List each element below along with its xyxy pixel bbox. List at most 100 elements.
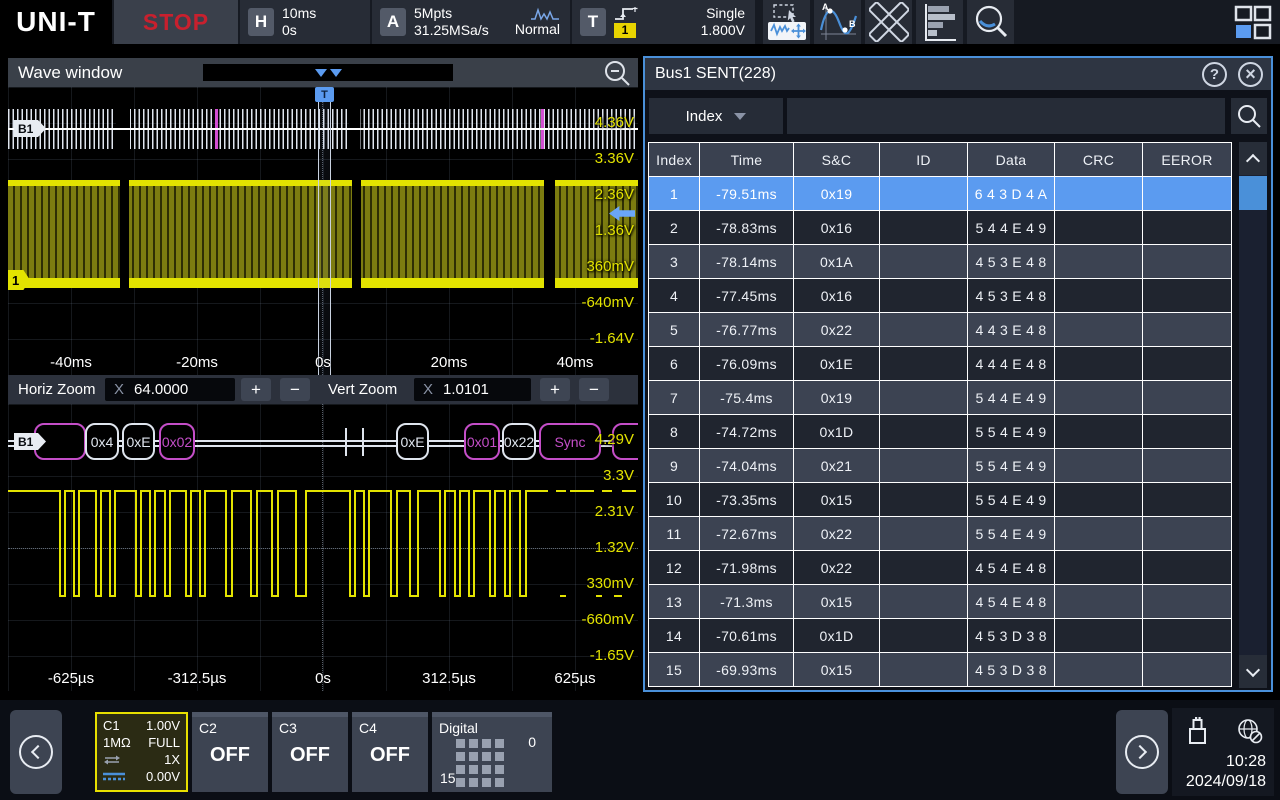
- table-cell[interactable]: [1143, 517, 1231, 550]
- select-zone-button[interactable]: [763, 0, 810, 44]
- upper-waveform-view[interactable]: B1 1 T 4.36V3.36V2.36V1.36V360mV-640mV-1…: [8, 87, 638, 375]
- table-cell[interactable]: 0x21: [794, 449, 879, 482]
- table-cell[interactable]: 6 4 3 D 4 A: [968, 177, 1054, 210]
- decode-frame[interactable]: Sync: [539, 423, 601, 460]
- statistics-button[interactable]: [916, 0, 963, 44]
- table-cell[interactable]: 4 5 4 E 4 8: [968, 585, 1054, 618]
- table-cell[interactable]: [880, 347, 967, 380]
- decode-frame[interactable]: 0x22: [502, 423, 536, 460]
- table-cell[interactable]: -70.61ms: [700, 619, 793, 652]
- table-cell[interactable]: [1055, 483, 1142, 516]
- table-cell[interactable]: 12: [649, 551, 699, 584]
- search-button[interactable]: [967, 0, 1014, 44]
- scrollbar-thumb[interactable]: [1239, 176, 1267, 210]
- scroll-left-button[interactable]: [10, 710, 62, 794]
- table-cell[interactable]: -73.35ms: [700, 483, 793, 516]
- decode-frame[interactable]: 0x01: [464, 423, 500, 460]
- vert-zoom-value-box[interactable]: X 1.0101: [414, 378, 531, 401]
- table-search-button[interactable]: [1231, 98, 1267, 134]
- table-cell[interactable]: [1143, 347, 1231, 380]
- table-scrollbar[interactable]: [1239, 142, 1267, 688]
- table-cell[interactable]: 4 5 3 E 4 8: [968, 279, 1054, 312]
- trigger-position-marker[interactable]: T: [315, 87, 334, 102]
- table-cell[interactable]: [1143, 483, 1231, 516]
- table-cell[interactable]: -79.51ms: [700, 177, 793, 210]
- table-cell[interactable]: [1055, 517, 1142, 550]
- scroll-up-button[interactable]: [1239, 142, 1267, 175]
- window-layout-button[interactable]: [1231, 3, 1275, 43]
- table-cell[interactable]: 5: [649, 313, 699, 346]
- table-cell[interactable]: 0x1E: [794, 347, 879, 380]
- table-cell[interactable]: 0x16: [794, 279, 879, 312]
- table-cell[interactable]: 13: [649, 585, 699, 618]
- table-cell[interactable]: [1055, 449, 1142, 482]
- table-cell[interactable]: -75.4ms: [700, 381, 793, 414]
- table-cell[interactable]: [1143, 449, 1231, 482]
- scroll-down-button[interactable]: [1239, 655, 1267, 688]
- vert-zoom-plus-button[interactable]: +: [540, 378, 570, 401]
- horizontal-settings[interactable]: H 10ms 0s: [240, 0, 370, 44]
- horiz-zoom-plus-button[interactable]: +: [241, 378, 271, 401]
- table-cell[interactable]: [1143, 245, 1231, 278]
- table-cell[interactable]: 0x19: [794, 177, 879, 210]
- decode-frame[interactable]: 0xE: [122, 423, 155, 460]
- table-cell[interactable]: -74.04ms: [700, 449, 793, 482]
- table-cell[interactable]: [1143, 211, 1231, 244]
- table-cell[interactable]: [1055, 415, 1142, 448]
- table-cell[interactable]: [1143, 551, 1231, 584]
- table-cell[interactable]: [880, 245, 967, 278]
- table-cell[interactable]: [1143, 177, 1231, 210]
- table-cell[interactable]: [1055, 245, 1142, 278]
- table-cell[interactable]: 0x15: [794, 585, 879, 618]
- table-cell[interactable]: [1143, 381, 1231, 414]
- table-cell[interactable]: [1055, 177, 1142, 210]
- table-cell[interactable]: [880, 381, 967, 414]
- table-cell[interactable]: 0x1A: [794, 245, 879, 278]
- table-cell[interactable]: [1143, 653, 1231, 686]
- table-cell[interactable]: 4 5 3 E 4 8: [968, 245, 1054, 278]
- horiz-zoom-minus-button[interactable]: −: [280, 378, 310, 401]
- table-cell[interactable]: 0x22: [794, 313, 879, 346]
- table-cell[interactable]: -76.09ms: [700, 347, 793, 380]
- measure-button[interactable]: [865, 0, 912, 44]
- table-cell[interactable]: [1055, 585, 1142, 618]
- table-cell[interactable]: -77.45ms: [700, 279, 793, 312]
- table-cell[interactable]: -69.93ms: [700, 653, 793, 686]
- table-cell[interactable]: [880, 551, 967, 584]
- decode-frame[interactable]: 0x4: [85, 423, 119, 460]
- table-cell[interactable]: [880, 653, 967, 686]
- zoom-out-icon[interactable]: [602, 59, 632, 87]
- table-cell[interactable]: 2: [649, 211, 699, 244]
- table-cell[interactable]: 0x22: [794, 551, 879, 584]
- table-cell[interactable]: 0x19: [794, 381, 879, 414]
- table-cell[interactable]: 5 5 4 E 4 9: [968, 483, 1054, 516]
- table-cell[interactable]: 5 4 4 E 4 9: [968, 211, 1054, 244]
- table-cell[interactable]: [880, 585, 967, 618]
- table-cell[interactable]: [880, 279, 967, 312]
- wave-position-bar[interactable]: [203, 64, 453, 81]
- zoom-cursor[interactable]: [318, 87, 331, 375]
- vert-zoom-minus-button[interactable]: −: [579, 378, 609, 401]
- table-cell[interactable]: [1055, 619, 1142, 652]
- table-cell[interactable]: [880, 415, 967, 448]
- decode-frame[interactable]: 0xE: [396, 423, 429, 460]
- table-cell[interactable]: [1055, 653, 1142, 686]
- table-cell[interactable]: [1055, 211, 1142, 244]
- channel2-box[interactable]: C2 OFF: [192, 712, 268, 792]
- filter-dropdown[interactable]: Index: [649, 98, 783, 134]
- table-cell[interactable]: 4 5 3 D 3 8: [968, 653, 1054, 686]
- table-cell[interactable]: 4 5 3 D 3 8: [968, 619, 1054, 652]
- table-cell[interactable]: -78.14ms: [700, 245, 793, 278]
- table-cell[interactable]: 1: [649, 177, 699, 210]
- table-cell[interactable]: 15: [649, 653, 699, 686]
- trigger-settings[interactable]: T 1 Single 1.800V: [572, 0, 755, 44]
- table-cell[interactable]: 11: [649, 517, 699, 550]
- table-cell[interactable]: 7: [649, 381, 699, 414]
- table-cell[interactable]: -76.77ms: [700, 313, 793, 346]
- search-input[interactable]: [787, 98, 1225, 134]
- curve-ab-button[interactable]: A B: [814, 0, 861, 44]
- table-cell[interactable]: [1143, 415, 1231, 448]
- table-cell[interactable]: 9: [649, 449, 699, 482]
- table-cell[interactable]: [880, 177, 967, 210]
- table-cell[interactable]: 8: [649, 415, 699, 448]
